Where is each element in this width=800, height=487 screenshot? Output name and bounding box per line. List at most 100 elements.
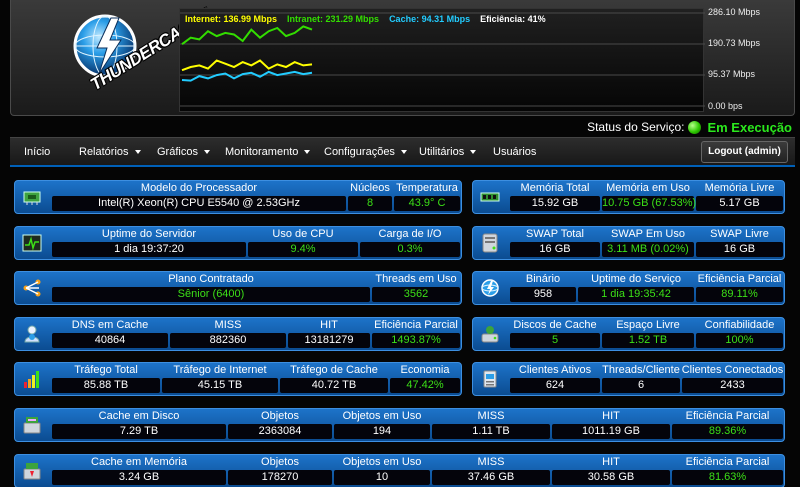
cell-value: 1493.87% (372, 333, 460, 348)
cell-header: Eficiência Parcial (685, 410, 770, 422)
cell-header: Binário (525, 273, 561, 285)
cell-header: Threads/Cliente (602, 364, 680, 376)
threads-used-cell: Threads em Uso 3562 (371, 273, 461, 303)
disk-objects-in-use-cell: Objetos em Uso 194 (333, 410, 431, 440)
legend-item: Intranet: 231.29 Mbps (287, 14, 380, 24)
cpu-cores-cell: Núcleos 8 (347, 182, 393, 212)
server-uptime-cell: Uptime do Servidor 1 dia 19:37:20 (51, 228, 247, 258)
user-dns-icon (15, 318, 49, 350)
reliability-cell: Confiabilidade 100% (695, 319, 784, 349)
cell-value: 1.52 TB (602, 333, 694, 348)
nav-label: Início (24, 146, 51, 158)
nav-inicio[interactable]: Início (24, 146, 50, 158)
service-globe-icon (473, 272, 507, 304)
cell-header: Objetos (261, 410, 299, 422)
cell-header: Clientes Ativos (518, 364, 592, 376)
cell-header: MISS (477, 456, 505, 468)
disk-user-icon (473, 318, 507, 350)
cell-value: 89.36% (672, 424, 783, 439)
cell-header: HIT (602, 410, 620, 422)
cell-header: HIT (602, 456, 620, 468)
graph-axis-label: 190.73 Mbps (708, 38, 761, 48)
chevron-down-icon (400, 150, 407, 155)
status-led-icon (688, 120, 702, 134)
clients-icon (473, 363, 507, 395)
thundercache-logo: THUNDERCACHE (61, 5, 214, 108)
bar-chart-icon (15, 363, 49, 395)
service-status: Status do Serviço: Em Execução (587, 119, 792, 135)
cell-value: 10.75 GB (67.53%) (602, 196, 697, 211)
bandwidth-graph: Internet: 136.99 Mbps Intranet: 231.29 Mb… (179, 7, 760, 112)
cell-value: 2363084 (228, 424, 332, 439)
cell-value: 2433 (682, 378, 783, 393)
cell-header: Núcleos (350, 182, 390, 194)
mem-objects-cell: Objetos 178270 (227, 456, 333, 486)
cell-header: Tráfego de Internet (173, 364, 267, 376)
mem-total-cell: Memória Total 15.92 GB (509, 182, 601, 212)
swap-total-cell: SWAP Total 16 GB (509, 228, 601, 258)
clients-panel: Clientes Ativos 624 Threads/Cliente 6 Clie… (472, 362, 785, 396)
cell-value: 9.4% (248, 242, 358, 257)
graph-legend: Internet: 136.99 Mbps Intranet: 231.29 Mb… (185, 14, 556, 24)
nav-utilitarios[interactable]: Utilitários (419, 146, 477, 158)
cell-header: Modelo do Processador (140, 182, 258, 194)
logout-button[interactable]: Logout (admin) (701, 141, 788, 163)
nav-monitoramento[interactable]: Monitoramento (225, 146, 311, 158)
nav-label: Utilitários (419, 146, 465, 158)
cell-value: 37.46 GB (432, 470, 550, 485)
cell-header: Objetos em Uso (342, 456, 422, 468)
cpu-chip-icon (15, 181, 49, 213)
nav-usuarios[interactable]: Usuários (493, 146, 536, 158)
connected-clients-cell: Clientes Conectados 2433 (681, 364, 784, 394)
cell-header: Confiabilidade (704, 319, 775, 331)
nav-relatorios[interactable]: Relatórios (79, 146, 141, 158)
cell-value: 3.24 GB (52, 470, 226, 485)
chevron-down-icon (134, 150, 141, 155)
disk-cache-size-cell: Cache em Disco 7.29 TB (51, 410, 227, 440)
mem-used-cell: Memória em Uso 10.75 GB (67.53%) (601, 182, 697, 212)
cell-value: 45.15 TB (162, 378, 278, 393)
series-line-cache (181, 70, 313, 82)
disks-panel: Discos de Cache 5 Espaço Livre 1.52 TB Con… (472, 317, 785, 351)
cell-value: 958 (510, 287, 576, 302)
cell-header: Memória Total (520, 182, 590, 194)
cell-value: 10 (334, 470, 430, 485)
cell-value: 16 GB (696, 242, 783, 257)
cell-header: MISS (477, 410, 505, 422)
activity-monitor-icon (15, 227, 49, 259)
chevron-down-icon (304, 150, 311, 155)
cell-value: 15.92 GB (510, 196, 600, 211)
cell-value: 40864 (52, 333, 168, 348)
cell-header: Memória em Uso (606, 182, 690, 194)
cell-header: Eficiência Parcial (697, 273, 782, 285)
mem-miss-cell: MISS 37.46 GB (431, 456, 551, 486)
nav-label: Usuários (493, 146, 537, 158)
plan-panel: Plano Contratado Sênior (6400) Threads em… (14, 271, 462, 305)
cell-header: Tráfego de Cache (290, 364, 378, 376)
cell-header: Cache em Memória (91, 456, 187, 468)
cell-header: Threads em Uso (375, 273, 457, 285)
disk-objects-cell: Objetos 2363084 (227, 410, 333, 440)
memory-panel: Memória Total 15.92 GB Memória em Uso 10.7… (472, 180, 785, 214)
cell-header: Memória Livre (704, 182, 775, 194)
dns-miss-cell: MISS 882360 (169, 319, 287, 349)
cell-header: Cache em Disco (98, 410, 180, 422)
cell-value: 7.29 TB (52, 424, 226, 439)
cell-header: Plano Contratado (168, 273, 254, 285)
mem-objects-in-use-cell: Objetos em Uso 10 (333, 456, 431, 486)
disk-efficiency-cell: Eficiência Parcial 89.36% (671, 410, 784, 440)
cell-header: Discos de Cache (513, 319, 597, 331)
cell-header: Clientes Conectados (681, 364, 784, 376)
internet-traffic-cell: Tráfego de Internet 45.15 TB (161, 364, 279, 394)
cell-value: 81.63% (672, 470, 783, 485)
nav-configuracoes[interactable]: Configurações (324, 146, 407, 158)
cell-value: 100% (696, 333, 783, 348)
cell-value: 8 (348, 196, 392, 211)
cell-header: Carga de I/O (378, 228, 442, 240)
nav-graficos[interactable]: Gráficos (157, 146, 210, 158)
cell-value: 5.17 GB (696, 196, 783, 211)
chevron-down-icon (470, 150, 477, 155)
header-banner: THUNDERCACHE Internet: 136.99 Mbps Intran… (10, 0, 795, 116)
threads-per-client-cell: Threads/Cliente 6 (601, 364, 681, 394)
cell-value: 6 (602, 378, 680, 393)
